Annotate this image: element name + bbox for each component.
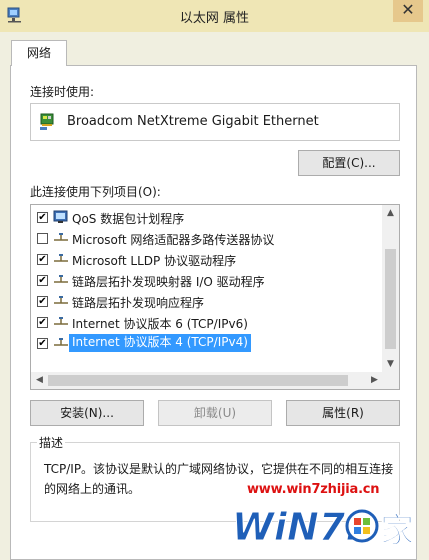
checkbox[interactable]: ✔ (37, 296, 48, 307)
title-bar: 以太网 属性 ✕ (0, 0, 429, 32)
description-title: 描述 (37, 434, 66, 451)
item-label: Internet 协议版本 6 (TCP/IPv6) (72, 317, 248, 331)
scroll-left-icon[interactable]: ◀ (31, 372, 48, 389)
checkbox[interactable]: ✔ (37, 317, 48, 328)
window-title: 以太网 属性 (179, 11, 250, 26)
list-item[interactable]: ✔ 链路层拓扑发现映射器 I/O 驱动程序 (31, 270, 383, 291)
protocol-icon (54, 254, 68, 262)
network-card-icon (40, 113, 54, 130)
item-label: Internet 协议版本 4 (TCP/IPv4) (69, 334, 251, 352)
install-button[interactable]: 安装(N)... (30, 400, 144, 426)
checkbox[interactable]: ✔ (37, 338, 48, 349)
watermark-url: www.win7zhijia.cn (247, 482, 380, 497)
properties-button[interactable]: 属性(R) (286, 400, 400, 426)
qos-icon (53, 210, 68, 223)
item-label: Microsoft LLDP 协议驱动程序 (72, 254, 237, 268)
horizontal-scrollbar[interactable]: ◀ ▶ (31, 372, 399, 389)
items-label: 此连接使用下列项目(O): (30, 185, 161, 199)
protocol-icon (54, 296, 68, 304)
item-label: QoS 数据包计划程序 (72, 212, 185, 226)
components-list[interactable]: ✔ QoS 数据包计划程序 Microsoft 网络适配器多路传送器协议 ✔ M… (30, 204, 400, 390)
list-item[interactable]: Microsoft 网络适配器多路传送器协议 (31, 228, 383, 249)
checkbox[interactable]: ✔ (37, 275, 48, 286)
list-item[interactable]: ✔ Internet 协议版本 6 (TCP/IPv6) (31, 312, 383, 333)
horizontal-scroll-thumb[interactable] (48, 375, 348, 386)
list-item-selected[interactable]: ✔ Internet 协议版本 4 (TCP/IPv4) (31, 333, 383, 354)
item-label: 链路层拓扑发现映射器 I/O 驱动程序 (72, 275, 265, 289)
protocol-icon (54, 275, 68, 283)
list-item[interactable]: ✔ QoS 数据包计划程序 (31, 207, 383, 228)
scroll-right-icon[interactable]: ▶ (366, 372, 383, 389)
item-label: 链路层拓扑发现响应程序 (72, 296, 205, 310)
tab-network[interactable]: 网络 (11, 40, 67, 66)
configure-button[interactable]: 配置(C)... (298, 150, 400, 176)
item-label: Microsoft 网络适配器多路传送器协议 (72, 233, 275, 247)
scroll-up-icon[interactable]: ▲ (382, 205, 399, 222)
win7-logo-watermark: WiN7. 家 (232, 505, 415, 552)
connect-using-label: 连接时使用: (30, 85, 95, 99)
checkbox[interactable]: ✔ (37, 212, 48, 223)
protocol-icon (54, 338, 68, 346)
adapter-field: Broadcom NetXtreme Gigabit Ethernet (30, 103, 400, 141)
list-item[interactable]: ✔ Microsoft LLDP 协议驱动程序 (31, 249, 383, 270)
close-button[interactable]: ✕ (393, 0, 423, 22)
scroll-down-icon[interactable]: ▼ (382, 356, 399, 373)
svg-text:家: 家 (380, 511, 414, 551)
adapter-name: Broadcom NetXtreme Gigabit Ethernet (67, 114, 319, 129)
list-item[interactable]: ✔ 链路层拓扑发现响应程序 (31, 291, 383, 312)
checkbox[interactable]: ✔ (37, 254, 48, 265)
uninstall-button[interactable]: 卸载(U) (158, 400, 272, 426)
vertical-scroll-thumb[interactable] (385, 249, 396, 349)
vertical-scrollbar[interactable]: ▲ ▼ (382, 205, 399, 373)
protocol-icon (54, 233, 68, 241)
checkbox[interactable] (37, 233, 48, 244)
svg-text:WiN7.: WiN7. (232, 505, 360, 549)
protocol-icon (54, 317, 68, 325)
